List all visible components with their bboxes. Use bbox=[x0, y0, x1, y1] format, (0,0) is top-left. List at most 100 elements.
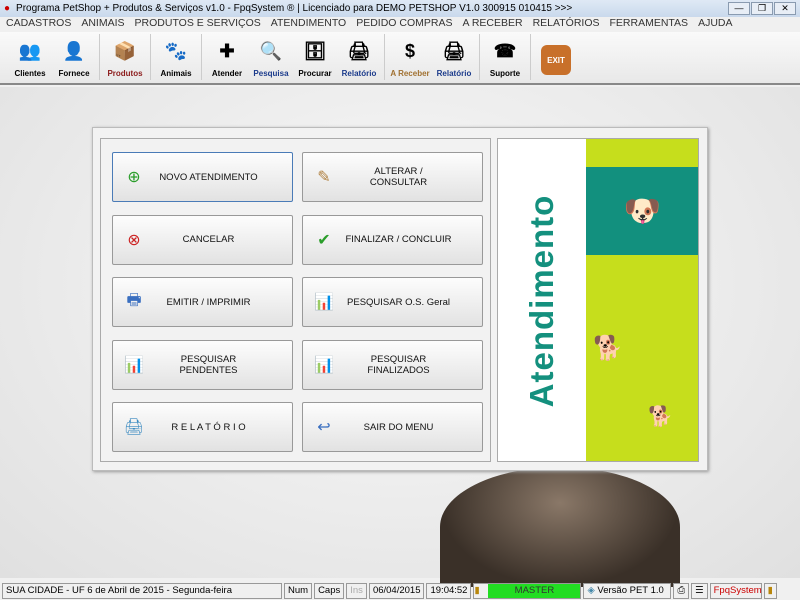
menu-bar: CADASTROS ANIMAIS PRODUTOS E SERVIÇOS ATEND… bbox=[0, 17, 800, 32]
button-pesquisar-o-s-geral[interactable]: 📊 PESQUISAR O.S. Geral bbox=[302, 277, 483, 327]
print-person-icon: 🖶 bbox=[126, 291, 142, 309]
pet-icon: 🐕 bbox=[593, 335, 623, 362]
button-label: ALTERAR / CONSULTAR bbox=[369, 166, 428, 188]
button-label: PESQUISAR PENDENTES bbox=[179, 353, 238, 376]
version-icon: ◈ bbox=[587, 585, 595, 596]
clientes-icon: 👥 bbox=[18, 40, 42, 61]
exit-icon: EXIT bbox=[541, 45, 571, 75]
menu-cadastros[interactable]: CADASTROS bbox=[6, 17, 71, 32]
toolbar-button-clientes[interactable]: 👥 Clientes bbox=[8, 32, 52, 82]
toolbar-button-produtos[interactable]: 📦 Produtos bbox=[103, 32, 147, 82]
toolbar-separator bbox=[201, 34, 202, 80]
cat-background-image bbox=[440, 467, 680, 587]
status-num: Num bbox=[284, 583, 313, 599]
status-bar: SUA CIDADE - UF 6 de Abril de 2015 - Seg… bbox=[0, 582, 800, 600]
toolbar-button-pesquisa[interactable]: 🔍 Pesquisa bbox=[249, 32, 293, 82]
menu-ferramentas[interactable]: FERRAMENTAS bbox=[610, 17, 689, 32]
toolbar-label: Procurar bbox=[298, 69, 332, 78]
button-label: PESQUISAR O.S. Geral bbox=[347, 296, 450, 308]
toolbar-button-exit[interactable]: EXIT bbox=[534, 32, 578, 82]
menu-a-receber[interactable]: A RECEBER bbox=[462, 17, 522, 32]
toolbar-label: Fornece bbox=[58, 69, 90, 78]
toolbar: 👥 Clientes 👤 Fornece 📦 Produtos 🐾 Animais ✚ Atend… bbox=[0, 32, 800, 85]
atender-icon: ✚ bbox=[219, 40, 235, 61]
pesquisa-icon: 🔍 bbox=[259, 40, 283, 61]
menu-pedido-compras[interactable]: PEDIDO COMPRAS bbox=[356, 17, 452, 32]
button-pesquisar-pendentes[interactable]: 📊 PESQUISAR PENDENTES bbox=[112, 339, 293, 390]
toolbar-button-procurar[interactable]: 🗄 Procurar bbox=[293, 32, 337, 82]
button-pesquisar-finalizados[interactable]: 📊 PESQUISAR FINALIZADOS bbox=[302, 339, 483, 390]
button-r-e-l-a-t-r-i-o[interactable]: 🖨 R E L A T Ó R I O bbox=[112, 402, 293, 452]
button-label: EMITIR / IMPRIMIR bbox=[166, 296, 251, 308]
printer-icon: 🖨 bbox=[123, 419, 145, 436]
menu-ajuda[interactable]: AJUDA bbox=[698, 17, 732, 32]
status-brand: FpqSystem bbox=[709, 583, 762, 599]
menu-relat-rios[interactable]: RELATÓRIOS bbox=[533, 17, 600, 32]
button-label: NOVO ATENDIMENTO bbox=[159, 171, 258, 183]
toolbar-separator bbox=[99, 34, 100, 80]
exit-icon: ↩ bbox=[317, 419, 331, 436]
toolbar-button-relat-rio[interactable]: 🖨 Relatório bbox=[337, 32, 381, 82]
toolbar-separator bbox=[150, 34, 151, 80]
button-novo-atendimento[interactable]: ⊕ NOVO ATENDIMENTO bbox=[112, 152, 293, 202]
atendimento-menu-panel: ⊕ NOVO ATENDIMENTO ✎ ALTERAR / CONSULTAR ⊗ CA… bbox=[92, 127, 708, 471]
button-cancelar[interactable]: ⊗ CANCELAR bbox=[112, 214, 293, 265]
button-alterar-consultar[interactable]: ✎ ALTERAR / CONSULTAR bbox=[302, 152, 483, 202]
menu-animais[interactable]: ANIMAIS bbox=[81, 17, 124, 32]
page-add-icon: ⊕ bbox=[127, 169, 141, 186]
user-icon: ▮ bbox=[763, 583, 777, 599]
toolbar-label: A Receber bbox=[390, 69, 430, 78]
window-title: Programa PetShop + Produtos & Serviços v… bbox=[16, 3, 573, 14]
close-button[interactable]: ✕ bbox=[774, 2, 796, 15]
status-date: 06/04/2015 bbox=[368, 583, 425, 599]
button-label: CANCELAR bbox=[182, 234, 235, 245]
status-user: MASTER bbox=[488, 584, 581, 598]
button-label: SAIR DO MENU bbox=[363, 421, 434, 433]
title-bar: ● Programa PetShop + Produtos & Serviços… bbox=[0, 0, 800, 17]
button-finalizar-concluir[interactable]: ✔ FINALIZAR / CONCLUIR bbox=[302, 214, 483, 265]
chart-search-icon: 📊 bbox=[124, 356, 144, 374]
toolbar-button-suporte[interactable]: ☎ Suporte bbox=[483, 32, 527, 82]
pencil-icon: ✎ bbox=[317, 169, 331, 186]
toolbar-label: Relatório bbox=[341, 69, 377, 78]
button-emitir-imprimir[interactable]: 🖶 EMITIR / IMPRIMIR bbox=[112, 277, 293, 327]
button-label: PESQUISAR FINALIZADOS bbox=[367, 353, 430, 376]
banner-title: Atendimento bbox=[523, 194, 560, 408]
toolbar-label: Atender bbox=[211, 69, 243, 78]
relat-rio-icon: 🖨 bbox=[442, 40, 466, 61]
app-paw-icon: ● bbox=[4, 3, 11, 14]
maximize-button[interactable]: ❐ bbox=[751, 2, 773, 15]
toolbar-button-atender[interactable]: ✚ Atender bbox=[205, 32, 249, 82]
toolbar-button-a-receber[interactable]: $ A Receber bbox=[388, 32, 432, 82]
button-sair-do-menu[interactable]: ↩ SAIR DO MENU bbox=[302, 402, 483, 452]
page-cancel-icon: ⊗ bbox=[127, 231, 141, 249]
user-icon: ▮ bbox=[474, 585, 480, 596]
minimize-button[interactable]: — bbox=[728, 2, 750, 15]
toolbar-separator bbox=[479, 34, 480, 80]
toolbar-label: Relatório bbox=[436, 69, 472, 78]
toolbar-label: Pesquisa bbox=[253, 69, 289, 78]
chart-search-icon: 📊 bbox=[314, 356, 334, 374]
status-ins: Ins bbox=[346, 583, 367, 599]
toolbar-button-relat-rio[interactable]: 🖨 Relatório bbox=[432, 32, 476, 82]
animais-icon: 🐾 bbox=[164, 40, 188, 61]
settings-icon[interactable]: ☰ bbox=[691, 583, 708, 599]
toolbar-button-animais[interactable]: 🐾 Animais bbox=[154, 32, 198, 82]
toolbar-label: Clientes bbox=[14, 69, 46, 78]
toolbar-label: Produtos bbox=[107, 69, 143, 78]
toolbar-separator bbox=[530, 34, 531, 80]
status-location: SUA CIDADE - UF 6 de Abril de 2015 - Seg… bbox=[2, 583, 282, 599]
toolbar-button-fornece[interactable]: 👤 Fornece bbox=[52, 32, 96, 82]
button-label: FINALIZAR / CONCLUIR bbox=[345, 234, 452, 245]
menu-atendimento[interactable]: ATENDIMENTO bbox=[271, 17, 346, 32]
status-time: 19:04:52 bbox=[426, 583, 472, 599]
toolbar-separator bbox=[384, 34, 385, 80]
atendimento-banner: Atendimento 🐶 🐕 🐕 bbox=[497, 138, 699, 462]
produtos-icon: 📦 bbox=[113, 40, 137, 61]
procurar-icon: 🗄 bbox=[303, 40, 327, 61]
menu-produtos-e-servi-os[interactable]: PRODUTOS E SERVIÇOS bbox=[135, 17, 261, 32]
relat-rio-icon: 🖨 bbox=[347, 40, 371, 61]
fornece-icon: 👤 bbox=[62, 40, 86, 61]
printer-icon[interactable]: ⎙ bbox=[673, 583, 690, 599]
button-area: ⊕ NOVO ATENDIMENTO ✎ ALTERAR / CONSULTAR ⊗ CA… bbox=[100, 138, 491, 462]
